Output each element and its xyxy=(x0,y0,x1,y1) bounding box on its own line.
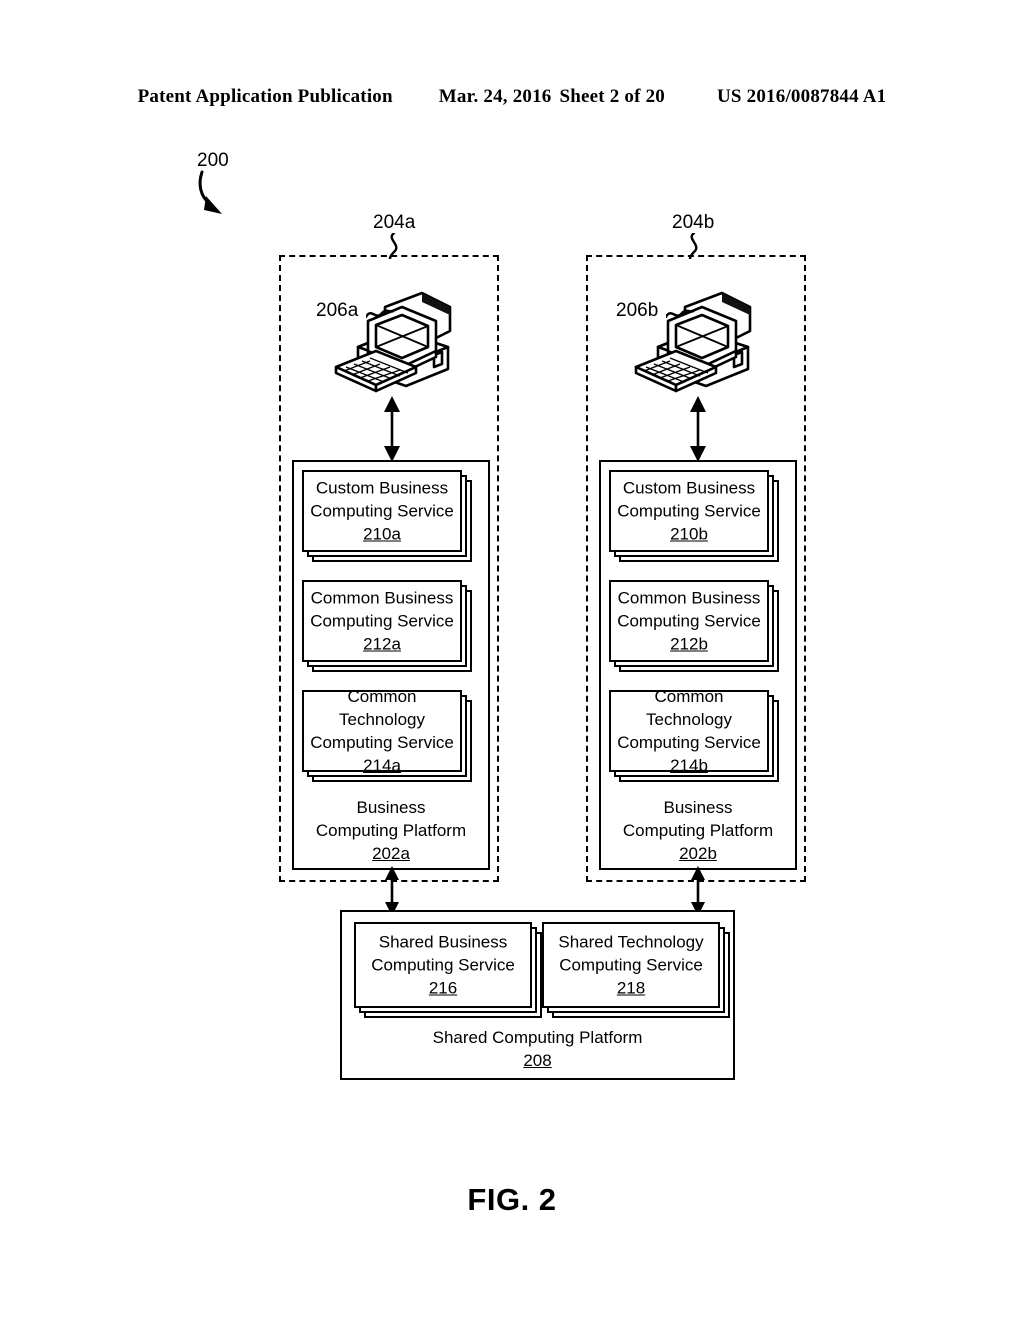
diagram-leader-arrow-icon xyxy=(198,170,222,214)
header-publication: Patent Application Publication xyxy=(137,86,393,107)
service-ref-212b: 212b xyxy=(670,634,708,654)
service-stack-214a[interactable]: Common Technology Computing Service 214a xyxy=(302,687,472,782)
service-stack-212b[interactable]: Common Business Computing Service 212b xyxy=(609,580,779,672)
service-line1-214a: Common Technology xyxy=(338,687,425,729)
platform-title-208: Shared Computing Platform xyxy=(432,1028,643,1047)
service-ref-218: 218 xyxy=(616,978,646,998)
reference-label-204b: 204b xyxy=(672,212,715,233)
platform-ref-202b: 202b xyxy=(679,844,717,863)
service-line1-210b: Custom Business xyxy=(622,478,756,498)
service-line1-216: Shared Business xyxy=(378,932,508,952)
service-line1-212b: Common Business xyxy=(617,588,761,608)
service-stack-218[interactable]: Shared Technology Computing Service 218 xyxy=(542,922,730,1018)
service-line2-214a: Computing Service xyxy=(310,733,454,752)
service-stack-212a[interactable]: Common Business Computing Service 212a xyxy=(302,580,472,672)
platform-label-202a: Business Computing Platform 202a xyxy=(294,796,488,865)
business-computing-platform-202a: Custom Business Computing Service 210a C… xyxy=(292,460,490,870)
service-card-text-216: Shared Business Computing Service 216 xyxy=(356,931,530,1000)
platform-line2-202b: Computing Platform xyxy=(622,821,774,840)
platform-label-208: Shared Computing Platform 208 xyxy=(342,1026,733,1072)
service-line1-210a: Custom Business xyxy=(315,478,449,498)
platform-line2-202a: Computing Platform xyxy=(315,821,467,840)
platform-line1-202b: Business xyxy=(663,798,733,817)
header-patent-number: US 2016/0087844 A1 xyxy=(717,86,887,107)
platform-line1-202a: Business xyxy=(356,798,426,817)
service-card-text-210b: Custom Business Computing Service 210b xyxy=(611,477,767,546)
reference-label-206a: 206a xyxy=(316,300,359,321)
patent-header: Patent Application Publication Mar. 24, … xyxy=(0,86,1024,108)
service-line1-218: Shared Technology xyxy=(558,932,704,952)
service-card-text-214a: Common Technology Computing Service 214a xyxy=(304,685,460,777)
service-line1-212a: Common Business xyxy=(310,588,454,608)
service-ref-214a: 214a xyxy=(363,756,401,775)
service-ref-210b: 210b xyxy=(670,524,708,544)
connector-arrow-computer-206b xyxy=(690,396,706,462)
platform-ref-202a: 202a xyxy=(372,844,410,863)
service-line2-216: Computing Service xyxy=(371,955,515,975)
service-ref-216: 216 xyxy=(428,978,458,998)
leader-squiggle-206a-icon xyxy=(366,309,394,319)
figure-caption: FIG. 2 xyxy=(467,1182,557,1217)
service-stack-210a[interactable]: Custom Business Computing Service 210a xyxy=(302,470,472,562)
service-card-text-212a: Common Business Computing Service 212a xyxy=(304,587,460,656)
leader-squiggle-204a-icon xyxy=(388,233,398,259)
service-line2-214b: Computing Service xyxy=(617,733,761,752)
leader-squiggle-206b-icon xyxy=(666,309,694,319)
service-card-text-212b: Common Business Computing Service 212b xyxy=(611,587,767,656)
reference-label-204a: 204a xyxy=(373,212,416,233)
connector-arrow-platform-202a-shared xyxy=(385,866,399,916)
platform-ref-208: 208 xyxy=(523,1051,552,1070)
service-line2-210a: Computing Service xyxy=(310,501,454,521)
service-ref-212a: 212a xyxy=(363,634,401,654)
service-line2-210b: Computing Service xyxy=(617,501,761,521)
service-card-text-218: Shared Technology Computing Service 218 xyxy=(544,931,718,1000)
business-computing-platform-202b: Custom Business Computing Service 210b C… xyxy=(599,460,797,870)
service-card-text-210a: Custom Business Computing Service 210a xyxy=(304,477,460,546)
service-line2-212b: Computing Service xyxy=(617,611,761,631)
service-ref-214b: 214b xyxy=(670,756,708,775)
shared-computing-platform-208: Shared Business Computing Service 216 Sh… xyxy=(340,910,735,1080)
leader-squiggle-204b-icon xyxy=(688,233,698,259)
service-stack-210b[interactable]: Custom Business Computing Service 210b xyxy=(609,470,779,562)
header-sheet: Sheet 2 of 20 xyxy=(559,86,666,107)
service-stack-214b[interactable]: Common Technology Computing Service 214b xyxy=(609,687,779,782)
header-date: Mar. 24, 2016 xyxy=(438,86,552,107)
service-line2-212a: Computing Service xyxy=(310,611,454,631)
service-stack-216[interactable]: Shared Business Computing Service 216 xyxy=(354,922,542,1018)
reference-label-206b: 206b xyxy=(616,300,659,321)
connector-arrow-platform-202b-shared xyxy=(691,866,705,916)
service-line2-218: Computing Service xyxy=(559,955,703,975)
platform-label-202b: Business Computing Platform 202b xyxy=(601,796,795,865)
service-card-text-214b: Common Technology Computing Service 214b xyxy=(611,685,767,777)
service-ref-210a: 210a xyxy=(363,524,401,544)
service-line1-214b: Common Technology xyxy=(645,687,732,729)
connector-arrow-computer-206a xyxy=(384,396,400,462)
